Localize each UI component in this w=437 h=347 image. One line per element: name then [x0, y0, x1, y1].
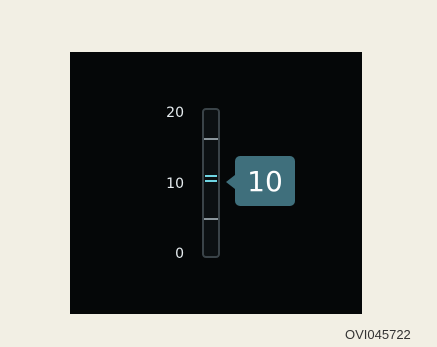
current-value: 10 [247, 164, 283, 198]
figure-code: OVI045722 [345, 327, 411, 342]
value-callout: 10 [226, 156, 295, 206]
display-screen: 20 10 0 10 [70, 52, 362, 314]
scale-label-10: 10 [166, 176, 184, 192]
scale-label-20: 20 [166, 105, 184, 121]
level-indicator-mark [205, 180, 217, 182]
level-gauge-track [202, 108, 220, 258]
gauge-divider-lower [204, 218, 218, 220]
gauge-divider-upper [204, 138, 218, 140]
level-indicator-mark [205, 175, 217, 177]
scale-label-0: 0 [175, 246, 184, 262]
